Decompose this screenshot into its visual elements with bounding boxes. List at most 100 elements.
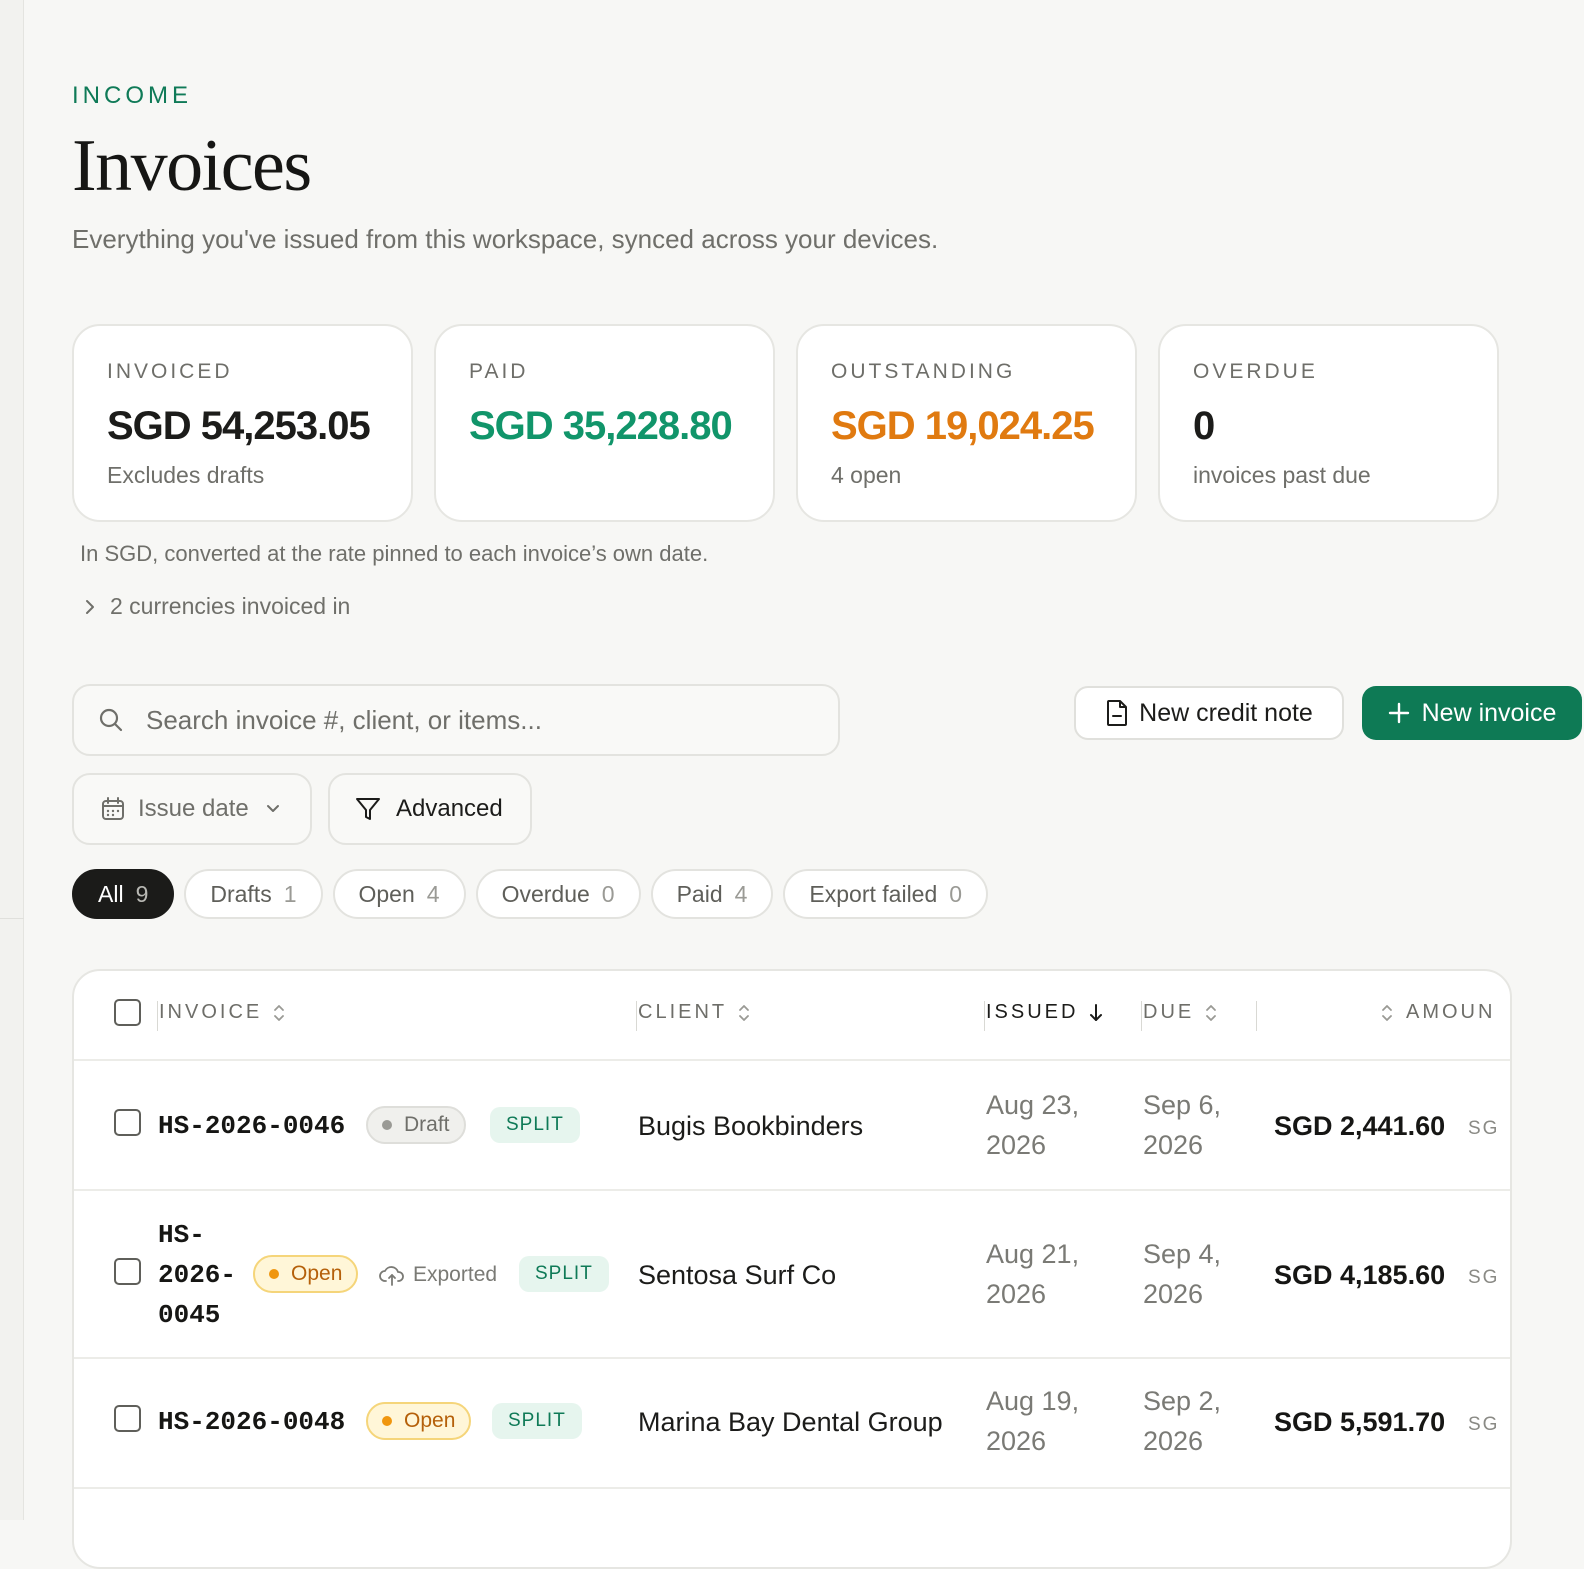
status-badge: Open: [253, 1255, 359, 1293]
cloud-upload-icon: [379, 1266, 404, 1286]
select-all-checkbox[interactable]: [114, 999, 141, 1026]
invoice-amount: SGD 2,441.60: [1274, 1111, 1446, 1141]
client-name: Sentosa Surf Co: [638, 1260, 837, 1290]
client-name: Marina Bay Dental Group: [638, 1407, 943, 1437]
stat-value: SGD 35,228.80: [469, 404, 733, 448]
stat-note: Excludes drafts: [107, 462, 265, 488]
stat-value: 0: [1193, 404, 1215, 448]
search-box: [72, 684, 840, 756]
status-dot: [382, 1120, 392, 1130]
invoice-number-part: HS-: [158, 1220, 205, 1250]
column-header-due[interactable]: DUE: [1143, 1001, 1218, 1024]
tab-count: 0: [949, 880, 963, 907]
exported-indicator: Exported: [379, 1263, 497, 1287]
column-divider: [157, 1001, 158, 1031]
page-subtitle: Everything you've issued from this works…: [72, 224, 939, 254]
issued-date: Aug 19, 2026: [986, 1386, 1080, 1456]
issue-date-label: Issue date: [138, 795, 249, 822]
tab-label: Open: [358, 880, 415, 907]
exported-label: Exported: [413, 1263, 498, 1286]
column-header-amount[interactable]: AMOUN: [1380, 1001, 1495, 1024]
tab-label: Export failed: [809, 880, 938, 907]
due-date: Sep 6, 2026: [1143, 1090, 1222, 1160]
due-date: Sep 2, 2026: [1143, 1386, 1222, 1456]
column-header-issued[interactable]: ISSUED: [986, 1001, 1104, 1024]
stat-note: 4 open: [831, 462, 902, 488]
row-checkbox[interactable]: [114, 1109, 141, 1136]
invoice-number-part: 0045: [158, 1300, 221, 1330]
tab-all[interactable]: All 9: [72, 869, 175, 919]
stat-note: invoices past due: [1193, 462, 1371, 488]
split-badge: SPLIT: [519, 1256, 609, 1292]
new-credit-note-label: New credit note: [1139, 698, 1313, 727]
page-title: Invoices: [72, 125, 312, 207]
column-label: AMOUN: [1406, 1001, 1496, 1023]
stat-card-paid: PAID SGD 35,228.80: [434, 324, 775, 522]
tab-export-failed[interactable]: Export failed 0: [783, 869, 989, 919]
row-checkbox[interactable]: [114, 1258, 141, 1285]
tab-label: Drafts: [210, 880, 272, 907]
invoice-amount: SGD 5,591.70: [1274, 1407, 1446, 1437]
stats-row: INVOICED SGD 54,253.05 Excludes drafts P…: [72, 324, 1512, 522]
status-label: Draft: [404, 1113, 450, 1136]
stat-card-overdue: OVERDUE 0 invoices past due: [1158, 324, 1499, 522]
status-label: Open: [404, 1409, 456, 1432]
currencies-toggle[interactable]: 2 currencies invoiced in: [84, 593, 350, 620]
tab-label: Paid: [676, 880, 723, 907]
fx-note: In SGD, converted at the rate pinned to …: [80, 541, 709, 566]
search-icon: [99, 708, 123, 732]
invoice-number[interactable]: HS-2026-0046: [158, 1106, 345, 1146]
issue-date-dropdown[interactable]: Issue date: [72, 773, 312, 845]
column-divider: [1256, 1001, 1257, 1031]
tab-drafts[interactable]: Drafts 1: [184, 869, 323, 919]
column-header-client[interactable]: CLIENT: [638, 1001, 751, 1024]
tab-count: 9: [135, 880, 149, 907]
column-divider: [984, 1001, 985, 1031]
column-divider: [636, 1001, 637, 1031]
calendar-icon: [102, 797, 124, 820]
split-badge: SPLIT: [490, 1107, 580, 1143]
table-row[interactable]: HS- 2026- 0045 Open Exported SPLIT Sento…: [74, 1191, 1510, 1359]
issued-date: Aug 23, 2026: [986, 1090, 1080, 1160]
table-header: INVOICE CLIENT ISSUED DUE AMOUN: [74, 971, 1510, 1061]
status-dot: [269, 1269, 279, 1279]
tab-count: 4: [426, 880, 440, 907]
stat-label: INVOICED: [107, 360, 233, 383]
split-badge: SPLIT: [492, 1403, 582, 1439]
stat-label: PAID: [469, 360, 529, 383]
new-credit-note-button[interactable]: New credit note: [1074, 686, 1344, 740]
invoice-number[interactable]: HS-2026-0048: [158, 1402, 345, 1442]
tab-label: All: [98, 880, 124, 907]
amount-currency: SG: [1468, 1414, 1500, 1435]
sort-icon: [1382, 1004, 1392, 1021]
arrow-down-icon: [1090, 1003, 1103, 1021]
sidebar-edge: [0, 0, 24, 1520]
status-dot: [382, 1416, 392, 1426]
search-input[interactable]: [146, 704, 786, 736]
sidebar-divider: [0, 918, 24, 919]
status-tabs: All 9 Drafts 1 Open 4 Overdue 0 Paid 4 Export…: [72, 869, 998, 919]
sort-icon: [739, 1004, 750, 1021]
tab-overdue[interactable]: Overdue 0: [475, 869, 641, 919]
new-invoice-label: New invoice: [1421, 698, 1557, 727]
invoice-number[interactable]: HS- 2026- 0045: [158, 1215, 248, 1335]
table-row[interactable]: HS-2026-0046 Draft SPLIT Bugis Bookbinde…: [74, 1061, 1510, 1191]
amount-currency: SG: [1468, 1118, 1500, 1139]
advanced-filter-button[interactable]: Advanced: [328, 773, 532, 845]
row-checkbox[interactable]: [114, 1405, 141, 1432]
tab-paid[interactable]: Paid 4: [650, 869, 774, 919]
new-invoice-button[interactable]: New invoice: [1362, 686, 1582, 740]
stat-card-outstanding: OUTSTANDING SGD 19,024.25 4 open: [796, 324, 1137, 522]
column-label: DUE: [1143, 1001, 1195, 1023]
tab-label: Overdue: [501, 880, 590, 907]
plus-icon: [1388, 702, 1409, 724]
invoices-table: INVOICE CLIENT ISSUED DUE AMOUN HS-2026-…: [72, 969, 1512, 1569]
column-header-invoice[interactable]: INVOICE: [159, 1001, 286, 1024]
column-label: INVOICE: [159, 1001, 263, 1023]
stat-value: SGD 54,253.05: [107, 404, 371, 448]
client-name: Bugis Bookbinders: [638, 1111, 864, 1141]
sort-icon: [1206, 1004, 1217, 1021]
tab-open[interactable]: Open 4: [332, 869, 466, 919]
amount-currency: SG: [1468, 1267, 1500, 1288]
table-row[interactable]: HS-2026-0048 Open SPLIT Marina Bay Denta…: [74, 1359, 1510, 1489]
